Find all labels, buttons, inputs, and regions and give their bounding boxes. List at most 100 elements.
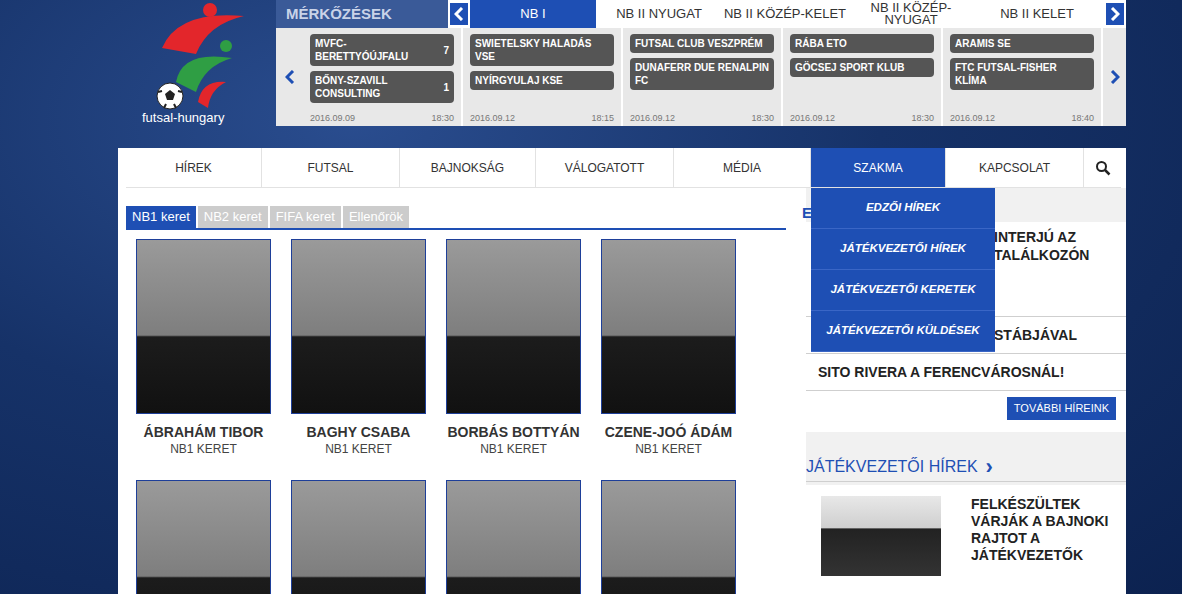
nav-item[interactable]: KAPCSOLAT: [946, 148, 1084, 187]
match-time: 2016.09.1218:15: [470, 112, 614, 124]
referee-card[interactable]: [136, 480, 271, 594]
chevron-left-icon[interactable]: [285, 70, 295, 84]
referee-card[interactable]: BORBÁS BOTTYÁNNB1 KERET: [446, 239, 581, 457]
cards-next[interactable]: [1103, 28, 1126, 126]
match-card[interactable]: RÁBA ETO GÖCSEJ SPORT KLUB 2016.09.12 18:30: [783, 28, 943, 126]
referee-card[interactable]: ÁBRAHÁM TIBORNB1 KERET: [136, 239, 271, 457]
team-pill: GÖCSEJ SPORT KLUB: [790, 58, 934, 77]
referee-news-heading: JÁTÉKVEZETŐI HÍREK: [806, 457, 978, 477]
referee-photo: [136, 239, 271, 414]
search-button[interactable]: [1084, 148, 1121, 187]
match-date: 2016.09.12: [630, 112, 675, 124]
tab-next[interactable]: [1104, 0, 1126, 28]
match-card[interactable]: ARAMIS SEFTC FUTSAL-FISHER KLÍMA2016.09.…: [943, 28, 1103, 126]
dropdown-item[interactable]: JÁTÉKVEZETŐI HÍREK: [811, 229, 995, 270]
league-tab[interactable]: NB I: [470, 0, 596, 28]
referee-photo: [291, 480, 426, 594]
referee-news-header[interactable]: JÁTÉKVEZETŐI HÍREK›: [806, 457, 1126, 482]
referee-group: NB1 KERET: [170, 441, 237, 457]
team-score: 1: [443, 81, 449, 94]
referee-news-item[interactable]: FELKÉSZÜLTEK VÁRJÁK A BAJNOKI RAJTOT A J…: [806, 485, 1126, 594]
search-icon[interactable]: [1095, 160, 1111, 176]
dropdown-label: JÁTÉKVEZETŐI KERETEK: [830, 281, 975, 298]
match-date: 2016.09.12: [790, 112, 835, 124]
referee-card[interactable]: [446, 480, 581, 594]
cards-prev[interactable]: [276, 28, 303, 126]
chevron-right-icon[interactable]: [1106, 3, 1124, 25]
team-pill: RÁBA ETO: [790, 34, 934, 53]
nav-label: SZAKMA: [853, 159, 902, 177]
nav-item[interactable]: BAJNOKSÁG: [400, 148, 536, 187]
nav-item[interactable]: HÍREK: [126, 148, 262, 187]
match-card[interactable]: MVFC-BERETTYÓÚJFALU7BŐNY-SZAVILL CONSULT…: [303, 28, 463, 126]
match-hour: 18:40: [1071, 112, 1094, 124]
match-time: 2016.09.1218:30: [630, 112, 774, 124]
team-pill: ARAMIS SE: [950, 34, 1094, 53]
referee-card[interactable]: BAGHY CSABANB1 KERET: [291, 239, 426, 457]
header: futsal-hungaryMÉRKŐZÉSEK NB INB II NYUGAT…: [0, 0, 1182, 148]
league-tab[interactable]: NB II KELET: [974, 0, 1100, 28]
match-hour: 18:30: [431, 112, 454, 124]
match-time: 2016.09.0918:30: [310, 112, 454, 124]
nav-label: MÉDIA: [723, 159, 761, 177]
referee-tab[interactable]: NB2 keret: [198, 206, 268, 228]
tab-prev[interactable]: [448, 0, 470, 28]
nav-item[interactable]: VÁLOGATOTT: [536, 148, 674, 187]
more-news-button[interactable]: TOVÁBBI HÍREINK: [1007, 397, 1116, 420]
news-title-line: SITO RIVERA A FERENCVÁROSNÁL!: [818, 363, 1126, 381]
dropdown-item[interactable]: JÁTÉKVEZETŐI KERETEK: [811, 270, 995, 311]
team-name: ARAMIS SE: [955, 37, 1011, 50]
match-strip: MÉRKŐZÉSEK NB INB II NYUGATNB II KÖZÉP-KE…: [276, 0, 1126, 126]
dropdown-item[interactable]: JÁTÉKVEZETŐI KÜLDÉSEK: [811, 311, 995, 352]
referee-photo: [446, 239, 581, 414]
chevron-right-icon[interactable]: [1110, 70, 1120, 84]
nav-item[interactable]: FUTSAL: [262, 148, 400, 187]
referee-photo: [601, 480, 736, 594]
referee-tab[interactable]: Ellenőrök: [343, 206, 409, 228]
referee-card[interactable]: CZENE-JOÓ ÁDÁMNB1 KERET: [601, 239, 736, 457]
match-card[interactable]: FUTSAL CLUB VESZPRÉM DUNAFERR DUE RENALPI…: [623, 28, 783, 126]
league-tab[interactable]: NB II KÖZÉP-NYUGAT: [848, 0, 974, 28]
referee-tab[interactable]: FIFA keret: [270, 206, 341, 228]
league-tab-label: NB II KÖZÉP-KELET: [724, 8, 846, 20]
referee-card[interactable]: [291, 480, 426, 594]
nav-label: HÍREK: [175, 159, 212, 177]
dropdown-item[interactable]: EDZŐI HÍREK: [811, 188, 995, 229]
team-name: RÁBA ETO: [795, 37, 847, 50]
referee-photo: [291, 239, 426, 414]
referee-card[interactable]: [601, 480, 736, 594]
nav-label: VÁLOGATOTT: [565, 159, 645, 177]
match-date: 2016.09.12: [950, 112, 995, 124]
nav-item[interactable]: MÉDIA: [674, 148, 811, 187]
referee-name: ÁBRAHÁM TIBOR: [144, 423, 264, 441]
referee-grid: ÁBRAHÁM TIBORNB1 KERETBAGHY CSABANB1 KER…: [136, 239, 790, 594]
match-cards: MVFC-BERETTYÓÚJFALU7BŐNY-SZAVILL CONSULT…: [276, 28, 1126, 126]
main-nav: HÍREK FUTSALBAJNOKSÁG VÁLOGATOTT MÉDIA SZAKM…: [126, 148, 1121, 188]
match-title: MÉRKŐZÉSEK: [276, 0, 448, 28]
match-card[interactable]: SWIETELSKY HALADÁS VSENYÍRGYULAJ KSE2016…: [463, 28, 623, 126]
nav-item[interactable]: SZAKMA: [811, 148, 946, 187]
news-more-row: TOVÁBBI HÍREINK: [806, 391, 1126, 432]
referee-tab-label: Ellenőrök: [349, 209, 403, 224]
league-tab[interactable]: NB II KÖZÉP-KELET: [722, 0, 848, 28]
referee-name: BORBÁS BOTTYÁN: [447, 423, 579, 441]
referee-name: BAGHY CSABA: [307, 423, 411, 441]
logo-icon[interactable]: [148, 2, 248, 114]
team-name: DUNAFERR DUE RENALPIN FC: [635, 61, 769, 87]
referee-photo: [136, 480, 271, 594]
news-title-line: INTERJÚ AZ: [994, 228, 1126, 246]
referee-tab[interactable]: NB1 keret: [126, 206, 196, 228]
league-tab[interactable]: NB II NYUGAT: [596, 0, 722, 28]
referee-photo: [601, 239, 736, 414]
nav-dropdown: EDZŐI HÍREK JÁTÉKVEZETŐI HÍREK JÁTÉKVEZETŐ…: [811, 188, 995, 352]
dropdown-label: JÁTÉKVEZETŐI HÍREK: [840, 240, 966, 257]
news-item[interactable]: SITO RIVERA A FERENCVÁROSNÁL!: [806, 354, 1126, 391]
league-tab-label: NB II KELET: [1000, 8, 1074, 20]
team-name: NYÍRGYULAJ KSE: [475, 74, 563, 87]
chevron-left-icon[interactable]: [450, 3, 468, 25]
logo[interactable]: futsal-hungary: [0, 0, 276, 148]
match-hour: 18:30: [911, 112, 934, 124]
team-pill: FUTSAL CLUB VESZPRÉM: [630, 34, 774, 53]
referee-news-photo: [821, 496, 941, 576]
team-pill: BŐNY-SZAVILL CONSULTING1: [310, 71, 454, 103]
